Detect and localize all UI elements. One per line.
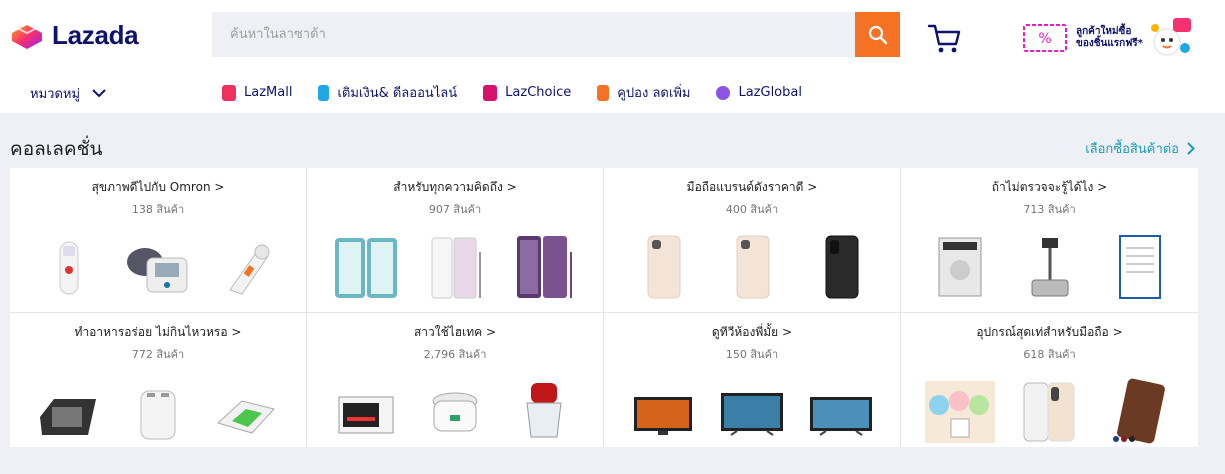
collection-count: 618 สินค้า — [1023, 348, 1076, 361]
search-input[interactable] — [212, 12, 855, 57]
category-menu-label: หมวดหมู่ — [30, 87, 81, 102]
nav-lazglobal[interactable]: LazGlobal — [716, 85, 802, 100]
collection-images — [307, 377, 603, 447]
shop-more-label: เลือกซื้อสินค้าต่อ — [1085, 142, 1179, 157]
collection-title[interactable]: ถ้าไม่ตรวจจะรู้ได้ไง > — [992, 178, 1107, 195]
product-image-waffle-maker[interactable] — [34, 377, 104, 447]
search-button[interactable] — [855, 12, 900, 57]
product-image-tv-samsung[interactable] — [806, 377, 876, 447]
collection-images — [604, 232, 900, 302]
product-image-iphone-black[interactable] — [806, 232, 876, 302]
product-image-food-chopper[interactable] — [509, 377, 579, 447]
collection-images — [10, 232, 306, 302]
collection-count: 2,796 สินค้า — [423, 348, 487, 361]
collection-count: 713 สินค้า — [1023, 203, 1076, 216]
product-image-oppo-phones[interactable] — [331, 232, 401, 302]
product-image-galaxy-note-purple[interactable] — [509, 232, 579, 302]
collection-count: 400 สินค้า — [725, 203, 779, 216]
promo-text: ลูกค้าใหม่ซื้อ ของชิ้นแรกฟรี* — [1076, 26, 1143, 50]
product-image-blood-pressure-monitor[interactable] — [123, 232, 193, 302]
product-image-leather-phone-case[interactable] — [1104, 377, 1174, 447]
collection-images — [307, 232, 603, 302]
collection-card[interactable]: ทำอาหารอร่อย ไม่กินไหวหรอ > 772 สินค้า — [10, 313, 307, 447]
product-image-certificate[interactable] — [1104, 232, 1174, 302]
nav-label: LazGlobal — [738, 85, 802, 100]
product-image-body-scale[interactable] — [1014, 232, 1084, 302]
collection-images — [10, 377, 306, 447]
promo-line-2: ของชิ้นแรกฟรี* — [1076, 38, 1143, 49]
nav-voucher[interactable]: คูปอง ลดเพิ่ม — [597, 82, 690, 103]
chevron-right-icon — [1187, 142, 1195, 155]
collection-title[interactable]: สุขภาพดีไปกับ Omron > — [92, 178, 225, 195]
product-image-forehead-thermometer[interactable] — [34, 232, 104, 302]
lazglobal-icon — [716, 85, 731, 100]
collection-title[interactable]: ทำอาหารอร่อย ไม่กินไหวหรอ > — [75, 323, 242, 340]
promo-line-1: ลูกค้าใหม่ซื้อ — [1076, 26, 1132, 37]
nav-label: LazMall — [244, 85, 293, 100]
lazada-logo-icon — [12, 24, 42, 49]
category-menu[interactable]: หมวดหมู่ — [30, 83, 106, 104]
collection-count: 907 สินค้า — [428, 203, 482, 216]
product-image-tv-samsung[interactable] — [717, 377, 787, 447]
collection-images — [604, 377, 900, 447]
product-image-toaster[interactable] — [123, 377, 193, 447]
mascot-icon — [1150, 18, 1191, 56]
search-icon — [868, 25, 887, 44]
collection-images — [901, 232, 1198, 302]
collection-count: 772 สินค้า — [131, 348, 185, 361]
collection-count: 150 สินค้า — [725, 348, 779, 361]
voucher-ticket-icon: % — [1023, 24, 1067, 52]
product-image-iphone-gold[interactable] — [628, 232, 698, 302]
product-image-tv-lg[interactable] — [628, 377, 698, 447]
collection-title[interactable]: ดูทีวีห้องพี่มั้ย > — [712, 323, 792, 340]
nav-topup[interactable]: เติมเงิน& ดีลออนไลน์ — [318, 82, 457, 103]
collection-card[interactable]: สาวใช้ไฮเทค > 2,796 สินค้า — [307, 313, 604, 447]
lazada-logo[interactable]: Lazada — [10, 20, 139, 51]
nav-lazchoice[interactable]: LazChoice — [483, 84, 572, 101]
header: Lazada % ลูกค้าใหม่ซื้อ ของชิ้นแรกฟรี* — [0, 0, 1225, 113]
collection-card[interactable]: อุปกรณ์สุดเท่สำหรับมือถือ > 618 สินค้า — [901, 313, 1198, 447]
product-image-iphone-xs[interactable] — [1014, 377, 1084, 447]
lazchoice-icon — [483, 84, 498, 101]
product-image-sandwich-maker[interactable] — [212, 377, 282, 447]
channel-nav: LazMall เติมเงิน& ดีลออนไลน์ LazChoice ค… — [222, 82, 828, 103]
nav-label: คูปอง ลดเพิ่ม — [617, 86, 691, 101]
lazmall-icon — [222, 84, 236, 101]
nav-label: เติมเงิน& ดีลออนไลน์ — [337, 86, 458, 101]
collection-card[interactable]: ดูทีวีห้องพี่มั้ย > 150 สินค้า — [604, 313, 901, 447]
collection-title[interactable]: สำหรับทุกความคิดถึง > — [393, 178, 516, 195]
collection-card[interactable]: ถ้าไม่ตรวจจะรู้ได้ไง > 713 สินค้า — [901, 168, 1198, 313]
promo-ticket-symbol: % — [1038, 31, 1051, 47]
collection-card[interactable]: มือถือแบรนด์ดังราคาดี > 400 สินค้า — [604, 168, 901, 313]
collection-count: 138 สินค้า — [131, 203, 185, 216]
collection-title[interactable]: มือถือแบรนด์ดังราคาดี > — [687, 178, 818, 195]
collection-title[interactable]: สาวใช้ไฮเทค > — [414, 323, 496, 340]
collection-title[interactable]: อุปกรณ์สุดเท่สำหรับมือถือ > — [976, 323, 1122, 340]
collection-card[interactable]: สำหรับทุกความคิดถึง > 907 สินค้า — [307, 168, 604, 313]
product-image-ear-thermometer[interactable] — [212, 232, 282, 302]
collection-images — [901, 377, 1198, 447]
product-image-product-box[interactable] — [925, 232, 995, 302]
product-image-toaster-oven[interactable] — [331, 377, 401, 447]
collection-card[interactable]: สุขภาพดีไปกับ Omron > 138 สินค้า — [10, 168, 307, 313]
nav-label: LazChoice — [505, 85, 572, 100]
nav-lazmall[interactable]: LazMall — [222, 84, 293, 101]
shop-more-link[interactable]: เลือกซื้อสินค้าต่อ — [1085, 138, 1195, 159]
voucher-icon — [597, 84, 610, 101]
chevron-down-icon — [92, 89, 106, 98]
search-bar — [212, 12, 900, 57]
product-image-cute-phone-stands[interactable] — [924, 377, 995, 447]
product-image-rice-cooker[interactable] — [420, 377, 490, 447]
section-title: คอลเลคชั่น — [10, 138, 103, 160]
topup-icon — [318, 84, 330, 101]
product-image-iphone-gold[interactable] — [717, 232, 787, 302]
cart-icon[interactable] — [927, 22, 961, 54]
collection-grid: สุขภาพดีไปกับ Omron > 138 สินค้า สำหรับท… — [10, 168, 1198, 447]
new-customer-promo[interactable]: % ลูกค้าใหม่ซื้อ ของชิ้นแรกฟรี* — [1022, 14, 1195, 62]
product-image-galaxy-note-white[interactable] — [420, 232, 490, 302]
logo-text: Lazada — [52, 20, 139, 50]
